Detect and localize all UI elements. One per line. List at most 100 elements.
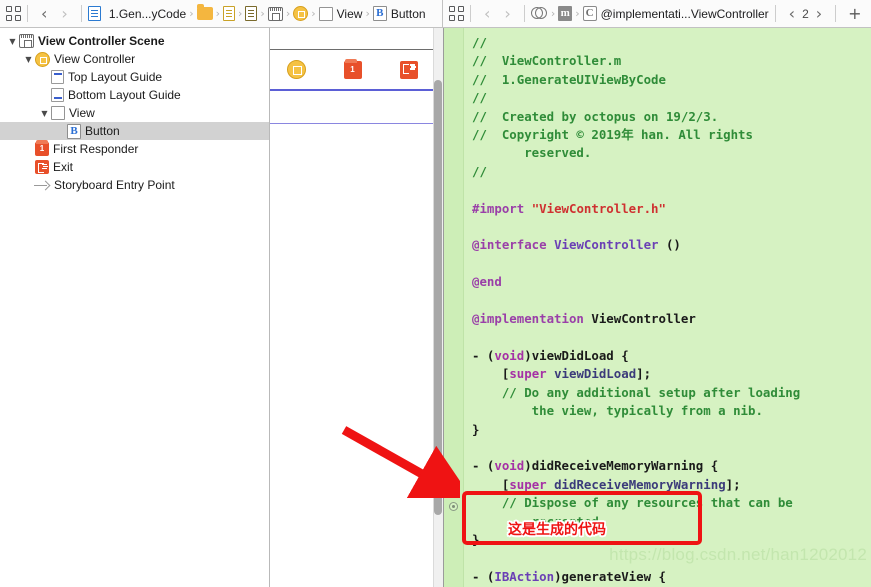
outline-item-exit[interactable]: Exit	[0, 158, 269, 176]
chevron-right-icon: ›	[365, 7, 370, 20]
outline-item-first-responder[interactable]: 1 First Responder	[0, 140, 269, 158]
code-editor-panel[interactable]: // // ViewController.m // 1.GenerateUIVi…	[443, 28, 871, 587]
outline-item-button[interactable]: B Button	[0, 122, 269, 140]
chevron-right-icon: ›	[285, 7, 291, 20]
jump-bar-toolbar: ‹ › 1.Gen...yCode › › › › › › View › B B…	[0, 0, 871, 28]
back-button[interactable]: ‹	[34, 5, 54, 22]
first-responder-icon[interactable]: 1	[343, 58, 362, 79]
outline-item-storyboard-entry-point[interactable]: Storyboard Entry Point	[0, 176, 269, 194]
toolbar-divider	[523, 5, 525, 22]
counter-value: 2	[802, 6, 809, 21]
code-line: // Dispose of any resources that can be	[472, 495, 793, 511]
scene-dock-separator	[270, 123, 434, 124]
outline-item-label: View Controller Scene	[38, 34, 165, 48]
forward-button[interactable]: ›	[54, 5, 74, 22]
close-editor-button[interactable]: ×	[868, 6, 871, 22]
view-controller-icon	[35, 51, 50, 67]
view-square-icon	[51, 106, 65, 120]
code-line: recreated.	[472, 513, 607, 529]
code-line: - (void)viewDidLoad {	[472, 347, 629, 363]
breadcrumb-related-items[interactable]	[530, 7, 548, 20]
code-line: // Copyright © 2019年 han. All rights	[472, 127, 753, 143]
code-line: @implementation ViewController	[472, 311, 696, 327]
code-line: reserved.	[472, 145, 592, 161]
breadcrumb-button[interactable]: B Button	[372, 6, 426, 21]
outline-item-label: First Responder	[53, 142, 139, 156]
xcode-window: ‹ › 1.Gen...yCode › › › › › › View › B B…	[0, 0, 871, 587]
code-line: [super didReceiveMemoryWarning];	[472, 476, 741, 492]
button-b-icon: B	[67, 123, 81, 139]
class-c-icon: C	[582, 6, 597, 21]
code-line: // Do any additional setup after loading	[472, 384, 801, 400]
chevron-right-icon: ›	[311, 7, 316, 20]
chevron-right-icon: ›	[550, 7, 556, 20]
chevron-right-icon: ›	[215, 7, 221, 20]
scene-dock[interactable]: 1	[270, 49, 434, 91]
add-editor-button[interactable]: +	[842, 5, 867, 22]
breadcrumb-project[interactable]: 1.Gen...yCode	[87, 6, 186, 21]
chevron-right-icon: ›	[189, 7, 194, 20]
grid-view-icon[interactable]	[6, 6, 21, 21]
code-line: @interface ViewController ()	[472, 237, 681, 253]
breadcrumb-storyboard-file[interactable]	[223, 6, 236, 21]
scene-icon	[267, 6, 283, 21]
outline-item-view-controller-scene[interactable]: ▼ View Controller Scene	[0, 32, 269, 50]
workspace-body: ▼ View Controller Scene ▼ View Controlle…	[0, 28, 871, 587]
grid-view-icon[interactable]	[449, 6, 464, 21]
code-line: // 1.GenerateUIViewByCode	[472, 71, 666, 87]
code-line: }	[472, 531, 480, 547]
breadcrumb-view[interactable]: View	[318, 6, 362, 21]
canvas-scrollbar-thumb[interactable]	[434, 80, 442, 515]
outline-item-view[interactable]: ▼ View	[0, 104, 269, 122]
outline-item-bottom-layout-guide[interactable]: Bottom Layout Guide	[0, 86, 269, 104]
code-line: @end	[472, 274, 502, 290]
code-line: #import "ViewController.h"	[472, 200, 666, 216]
entry-point-arrow-icon	[34, 179, 50, 191]
right-jump-bar: ‹ › › m › C @implementati...ViewControll…	[443, 0, 871, 27]
breadcrumb-folder[interactable]	[196, 4, 213, 20]
outline-item-view-controller[interactable]: ▼ View Controller	[0, 50, 269, 68]
breadcrumb-view-controller[interactable]	[293, 6, 309, 21]
breadcrumb-implementation[interactable]: C @implementati...ViewController	[582, 6, 769, 21]
counter-next-button[interactable]: ›	[809, 5, 829, 22]
breadcrumb-scene[interactable]	[267, 6, 283, 21]
exit-icon[interactable]	[399, 60, 418, 79]
ibaction-connection-dot-icon[interactable]	[449, 502, 458, 511]
chevron-right-icon: ›	[260, 7, 265, 20]
left-jump-bar: ‹ › 1.Gen...yCode › › › › › › View › B B…	[0, 0, 443, 27]
code-line: the view, typically from a nib.	[472, 403, 763, 419]
related-items-venn-icon	[530, 7, 548, 20]
view-controller-icon[interactable]	[286, 60, 306, 79]
disclosure-triangle-icon[interactable]: ▼	[6, 37, 19, 46]
outline-item-label: Bottom Layout Guide	[68, 88, 181, 102]
forward-button[interactable]: ›	[497, 5, 517, 22]
code-line: - (void)didReceiveMemoryWarning {	[472, 458, 719, 474]
chevron-right-icon: ›	[575, 7, 580, 20]
outline-item-top-layout-guide[interactable]: Top Layout Guide	[0, 68, 269, 86]
yellow-document-icon	[223, 6, 236, 21]
counter-prev-button[interactable]: ‹	[782, 5, 802, 22]
back-button[interactable]: ‹	[477, 5, 497, 22]
outline-item-label: View	[69, 106, 95, 120]
code-line: - (IBAction)generateView {	[472, 568, 666, 584]
button-b-icon: B	[372, 6, 387, 21]
code-line: // Created by octopus on 19/2/3.	[472, 108, 719, 124]
editor-gutter[interactable]	[444, 28, 464, 587]
breadcrumb-objc-file[interactable]: m	[558, 6, 573, 21]
storyboard-canvas[interactable]: 1 Button	[270, 28, 443, 587]
first-responder-icon: 1	[35, 140, 49, 156]
breadcrumb-document[interactable]	[245, 6, 258, 21]
blue-document-icon	[87, 6, 101, 21]
outline-item-label: Storyboard Entry Point	[54, 178, 175, 192]
scene-icon	[19, 34, 34, 48]
code-line: }	[472, 421, 480, 437]
disclosure-triangle-icon[interactable]: ▼	[22, 55, 35, 64]
source-code-text[interactable]: // // ViewController.m // 1.GenerateUIVi…	[464, 28, 871, 587]
outline-item-label: Exit	[53, 160, 74, 174]
storyboard-outline-panel[interactable]: ▼ View Controller Scene ▼ View Controlle…	[0, 28, 270, 587]
outline-item-label: Top Layout Guide	[68, 70, 163, 84]
disclosure-triangle-icon[interactable]: ▼	[38, 109, 51, 118]
code-line: //	[472, 163, 495, 179]
bottom-layout-guide-icon	[51, 88, 64, 102]
toolbar-divider	[774, 5, 776, 22]
